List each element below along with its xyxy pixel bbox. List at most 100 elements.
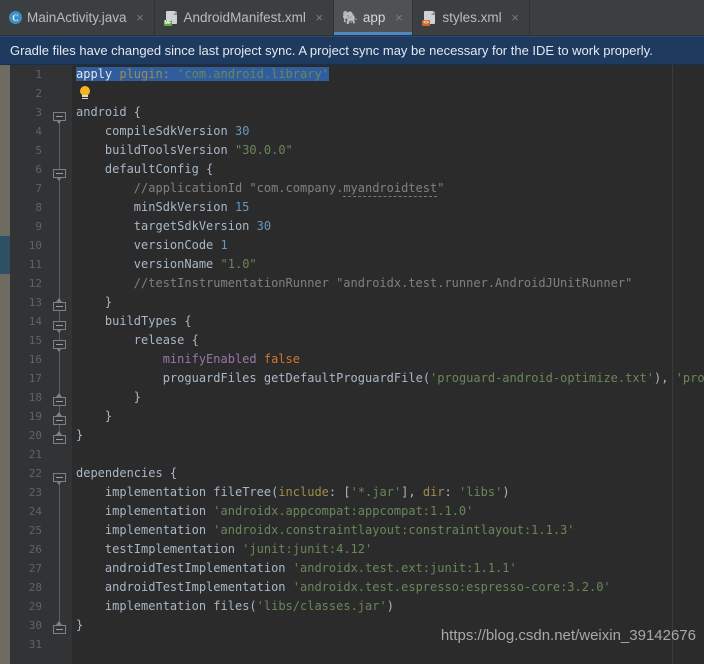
tab-close-icon[interactable]: ×	[510, 11, 521, 24]
line-number: 10	[28, 239, 42, 252]
annotation-strip[interactable]	[0, 65, 10, 664]
fold-toggle-icon[interactable]	[53, 621, 66, 637]
fold-toggle-icon[interactable]	[53, 168, 66, 181]
line-number: 23	[28, 486, 42, 499]
code-line[interactable]: androidTestImplementation 'androidx.test…	[76, 578, 704, 597]
code-line[interactable]: implementation files('libs/classes.jar')	[76, 597, 704, 616]
line-number: 15	[28, 334, 42, 347]
code-line[interactable]: androidTestImplementation 'androidx.test…	[76, 559, 704, 578]
line-number: 21	[28, 448, 42, 461]
line-number: 6	[35, 163, 42, 176]
code-line[interactable]: versionName "1.0"	[76, 255, 704, 274]
line-number: 19	[28, 410, 42, 423]
code-line[interactable]: minifyEnabled false	[76, 350, 704, 369]
code-line[interactable]: }	[76, 293, 704, 312]
code-lines: apply plugin: 'com.android.library' andr…	[72, 65, 704, 654]
fold-toggle-icon[interactable]	[53, 339, 66, 352]
tab-close-icon[interactable]: ×	[135, 11, 146, 24]
tab-label: styles.xml	[442, 9, 502, 25]
code-line[interactable]: }	[76, 388, 704, 407]
fold-toggle-icon[interactable]	[53, 111, 66, 124]
manifest-file-icon: MF	[163, 10, 179, 26]
fold-connector-line	[59, 477, 60, 623]
code-surface[interactable]: apply plugin: 'com.android.library' andr…	[72, 65, 704, 664]
code-line[interactable]: minSdkVersion 15	[76, 198, 704, 217]
code-line[interactable]: }	[76, 407, 704, 426]
code-line[interactable]	[76, 445, 704, 464]
line-number: 26	[28, 543, 42, 556]
code-line[interactable]: android {	[76, 103, 704, 122]
gradle-elephant-icon: 🐘	[342, 10, 359, 25]
code-line[interactable]: implementation 'androidx.constraintlayou…	[76, 521, 704, 540]
line-number: 3	[35, 106, 42, 119]
tab-app-gradle[interactable]: 🐘 app ×	[333, 0, 414, 35]
java-class-icon: C	[9, 11, 22, 24]
line-number: 7	[35, 182, 42, 195]
line-number: 18	[28, 391, 42, 404]
code-line[interactable]: defaultConfig {	[76, 160, 704, 179]
line-number: 29	[28, 600, 42, 613]
code-line[interactable]: compileSdkVersion 30	[76, 122, 704, 141]
line-number: 28	[28, 581, 42, 594]
line-number: 27	[28, 562, 42, 575]
code-line[interactable]: testImplementation 'junit:junit:4.12'	[76, 540, 704, 559]
code-line[interactable]: versionCode 1	[76, 236, 704, 255]
line-number: 14	[28, 315, 42, 328]
code-line[interactable]: targetSdkVersion 30	[76, 217, 704, 236]
line-number: 5	[35, 144, 42, 157]
fold-connector-line	[59, 173, 60, 300]
line-number: 24	[28, 505, 42, 518]
code-line[interactable]: dependencies {	[76, 464, 704, 483]
spellcheck-squiggle: myandroidtest	[343, 181, 438, 197]
fold-toggle-icon[interactable]	[53, 298, 66, 314]
xml-file-icon: <>	[422, 10, 437, 26]
line-number: 17	[28, 372, 42, 385]
code-line[interactable]: buildTypes {	[76, 312, 704, 331]
gradle-sync-notification-bar[interactable]: Gradle files have changed since last pro…	[0, 36, 704, 65]
code-folding-column[interactable]	[48, 65, 72, 664]
code-line[interactable]: //testInstrumentationRunner "androidx.te…	[76, 274, 704, 293]
line-number: 2	[35, 87, 42, 100]
code-line[interactable]: apply plugin: 'com.android.library'	[76, 65, 704, 84]
line-number: 1	[35, 68, 42, 81]
line-number: 11	[28, 258, 42, 271]
code-line[interactable]: //applicationId "com.company.myandroidte…	[76, 179, 704, 198]
line-number: 8	[35, 201, 42, 214]
line-number: 30	[28, 619, 42, 632]
line-number: 13	[28, 296, 42, 309]
fold-toggle-icon[interactable]	[53, 472, 66, 485]
tab-label: app	[362, 9, 386, 25]
code-line[interactable]: implementation fileTree(include: ['*.jar…	[76, 483, 704, 502]
xml-badge: <>	[422, 20, 430, 26]
tab-androidmanifest-xml[interactable]: MF AndroidManifest.xml ×	[154, 0, 334, 35]
line-number: 9	[35, 220, 42, 233]
fold-toggle-icon[interactable]	[53, 412, 66, 428]
code-line[interactable]: }	[76, 426, 704, 445]
tab-mainactivity-java[interactable]: C MainActivity.java ×	[0, 0, 155, 35]
manifest-badge: MF	[163, 20, 173, 26]
fold-toggle-icon[interactable]	[53, 431, 66, 447]
line-number: 16	[28, 353, 42, 366]
code-line[interactable]: buildToolsVersion "30.0.0"	[76, 141, 704, 160]
tab-styles-xml[interactable]: <> styles.xml ×	[413, 0, 530, 35]
notification-message: Gradle files have changed since last pro…	[10, 43, 653, 58]
code-line[interactable]	[76, 84, 704, 103]
fold-toggle-icon[interactable]	[53, 393, 66, 409]
changed-lines-marker	[0, 236, 10, 274]
tab-close-icon[interactable]: ×	[393, 11, 404, 24]
editor-tab-bar: C MainActivity.java × MF AndroidManifest…	[0, 0, 704, 36]
code-line[interactable]: implementation 'androidx.appcompat:appco…	[76, 502, 704, 521]
tab-label: AndroidManifest.xml	[183, 9, 306, 25]
code-line[interactable]: release {	[76, 331, 704, 350]
lightbulb-icon[interactable]	[78, 86, 92, 101]
line-number: 25	[28, 524, 42, 537]
fold-toggle-icon[interactable]	[53, 320, 66, 333]
line-number: 20	[28, 429, 42, 442]
code-editor[interactable]: 1 2 3 4 5 6 7 8 9 10 11 12 13 14 15 16 17 18 19 20 21 22 23 24 2…	[0, 65, 704, 664]
line-number: 4	[35, 125, 42, 138]
line-number-gutter: 1 2 3 4 5 6 7 8 9 10 11 12 13 14 15 16 17 18 19 20 21 22 23 24 2…	[10, 65, 48, 664]
line-number: 22	[28, 467, 42, 480]
tab-close-icon[interactable]: ×	[314, 11, 325, 24]
line-number: 31	[28, 638, 42, 651]
code-line[interactable]: proguardFiles getDefaultProguardFile('pr…	[76, 369, 704, 388]
